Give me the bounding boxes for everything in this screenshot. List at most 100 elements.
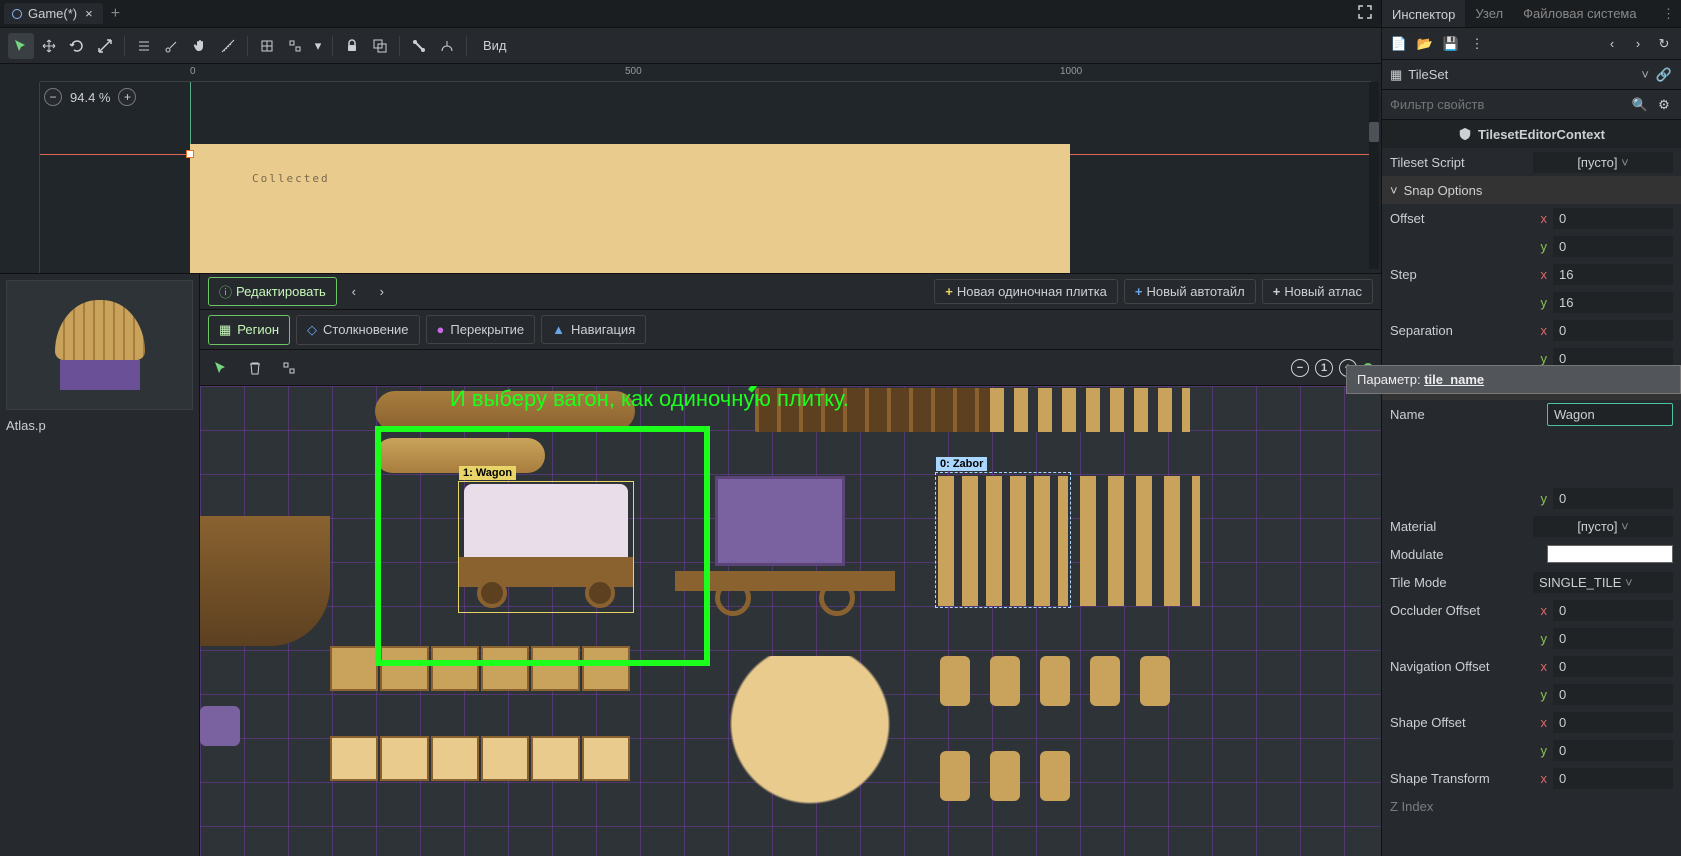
ruler-tool[interactable] [215, 33, 241, 59]
tab-filesystem[interactable]: Файловая система [1513, 0, 1646, 27]
tileset-toolbar: ⓘ Редактировать ‹ › +Новая одиночная пли… [200, 274, 1381, 310]
rotate-tool[interactable] [64, 33, 90, 59]
prop-name: Name [1382, 400, 1681, 428]
tab-collision-label: Столкновение [323, 322, 408, 337]
lock-tool[interactable] [339, 33, 365, 59]
step-x-input[interactable]: 16 [1553, 264, 1673, 285]
history-fwd-icon[interactable]: › [1629, 35, 1647, 53]
snap-grid-tool[interactable] [254, 33, 280, 59]
move-tool[interactable] [36, 33, 62, 59]
scroll-thumb[interactable] [1369, 122, 1379, 142]
more-icon[interactable]: ⋮ [1656, 0, 1681, 27]
tileset-mode-tabs: ▦ Регион ◇ Столкновение ● Перекрытие ▲ Н… [200, 310, 1381, 350]
nav-x-input[interactable]: 0 [1553, 656, 1673, 677]
prop-separation-x: Separationx0 [1382, 316, 1681, 344]
pointer-tool[interactable] [208, 355, 234, 381]
prop-label: Step [1390, 267, 1527, 282]
selection-handle[interactable] [186, 150, 194, 158]
tile-name-input[interactable] [1547, 403, 1673, 426]
new-single-tile-button[interactable]: +Новая одиночная плитка [934, 279, 1118, 304]
bone-tool[interactable] [406, 33, 432, 59]
shape-x-input[interactable]: 0 [1553, 712, 1673, 733]
scale-tool[interactable] [92, 33, 118, 59]
link-icon[interactable]: 🔗 [1655, 66, 1673, 84]
tileset-icon: ▦ [1390, 67, 1402, 83]
anchor-tool[interactable] [159, 33, 185, 59]
shapetrans-x-input[interactable]: 0 [1553, 768, 1673, 789]
context-header-label: TilesetEditorContext [1478, 127, 1605, 142]
filter-row: 🔍 ⚙ [1382, 90, 1681, 120]
edit-button[interactable]: ⓘ Редактировать [208, 277, 337, 306]
material-value[interactable]: [пусто] [1533, 516, 1673, 537]
zabor-tile[interactable]: 0: Zabor [935, 472, 1071, 608]
viewport-scrollbar[interactable] [1369, 82, 1379, 269]
group-tool[interactable] [367, 33, 393, 59]
separation-x-input[interactable]: 0 [1553, 320, 1673, 341]
new-autotile-button[interactable]: +Новый автотайл [1124, 279, 1256, 304]
section-snap-options[interactable]: ˅Snap Options [1382, 176, 1681, 204]
more-tools-icon[interactable]: ⋮ [1468, 35, 1486, 53]
chevron-down-icon[interactable]: ˅ [1641, 67, 1649, 82]
open-icon[interactable]: 📂 [1416, 35, 1434, 53]
settings-icon[interactable]: ⚙ [1655, 96, 1673, 114]
faces-row [330, 736, 630, 781]
nav-y-input[interactable]: 0 [1553, 684, 1673, 705]
add-tab-button[interactable]: + [111, 5, 120, 23]
file-tab-row: Game(*) × + [0, 0, 1381, 28]
side-tab-row: Инспектор Узел Файловая система ⋮ [1382, 0, 1681, 28]
ruler-vertical [20, 82, 40, 273]
new-resource-icon[interactable]: 📄 [1390, 35, 1408, 53]
grid-snap-tool[interactable] [276, 355, 302, 381]
new-atlas-button[interactable]: +Новый атлас [1262, 279, 1373, 304]
zoom-out-button[interactable]: − [44, 88, 62, 106]
filter-input[interactable] [1390, 97, 1625, 112]
resource-row[interactable]: ▦ TileSet ˅ 🔗 [1382, 60, 1681, 90]
expand-icon[interactable] [1353, 0, 1377, 27]
canvas-viewport[interactable]: 0 500 1000 − 94.4 % + Collected [0, 64, 1381, 274]
skeleton-tool[interactable] [434, 33, 460, 59]
occluder-y-input[interactable]: 0 [1553, 628, 1673, 649]
occluder-x-input[interactable]: 0 [1553, 600, 1673, 621]
prop-step-y: y16 [1382, 288, 1681, 316]
view-menu[interactable]: Вид [473, 34, 517, 57]
offset-x-input[interactable]: 0 [1553, 208, 1673, 229]
tab-collision[interactable]: ◇ Столкновение [296, 315, 419, 345]
tab-occlusion[interactable]: ● Перекрытие [426, 315, 536, 344]
prev-button[interactable]: ‹ [343, 281, 365, 303]
tileset-canvas[interactable]: 1: Wagon [200, 386, 1381, 856]
tab-inspector[interactable]: Инспектор [1382, 0, 1465, 27]
zoom-level-atlas[interactable]: 1 [1315, 359, 1333, 377]
columns2-sprite [1080, 476, 1200, 606]
tab-navigation[interactable]: ▲ Навигация [541, 315, 646, 344]
region-icon: ▦ [219, 322, 231, 338]
list-tool[interactable] [131, 33, 157, 59]
delete-tool[interactable] [242, 355, 268, 381]
zoom-out-atlas[interactable]: − [1291, 359, 1309, 377]
unknown-y-input[interactable]: 0 [1553, 488, 1673, 509]
annotation-text: И выберу вагон, как одиночную плитку. [450, 386, 849, 412]
file-tab-game[interactable]: Game(*) × [4, 3, 103, 24]
select-tool[interactable] [8, 33, 34, 59]
navigation-icon: ▲ [552, 322, 565, 337]
tab-node[interactable]: Узел [1465, 0, 1513, 27]
modulate-color[interactable] [1547, 545, 1673, 563]
offset-y-input[interactable]: 0 [1553, 236, 1673, 257]
save-icon[interactable]: 💾 [1442, 35, 1460, 53]
snap-options-tool[interactable] [282, 33, 308, 59]
pan-tool[interactable] [187, 33, 213, 59]
search-icon[interactable]: 🔍 [1631, 96, 1649, 114]
prop-value[interactable]: [пусто] [1533, 152, 1673, 173]
next-button[interactable]: › [371, 281, 393, 303]
tile-preview[interactable] [6, 280, 193, 410]
new-single-label: Новая одиночная плитка [957, 284, 1107, 299]
tile-mode-value[interactable]: SINGLE_TILE [1533, 572, 1673, 593]
zoom-in-button[interactable]: + [118, 88, 136, 106]
tab-region[interactable]: ▦ Регион [208, 315, 290, 345]
prop-material: Material[пусто] [1382, 512, 1681, 540]
shape-y-input[interactable]: 0 [1553, 740, 1673, 761]
history-icon[interactable]: ↻ [1655, 35, 1673, 53]
close-icon[interactable]: × [83, 6, 95, 21]
chevron-down-icon[interactable]: ▾ [310, 33, 326, 59]
history-back-icon[interactable]: ‹ [1603, 35, 1621, 53]
step-y-input[interactable]: 16 [1553, 292, 1673, 313]
